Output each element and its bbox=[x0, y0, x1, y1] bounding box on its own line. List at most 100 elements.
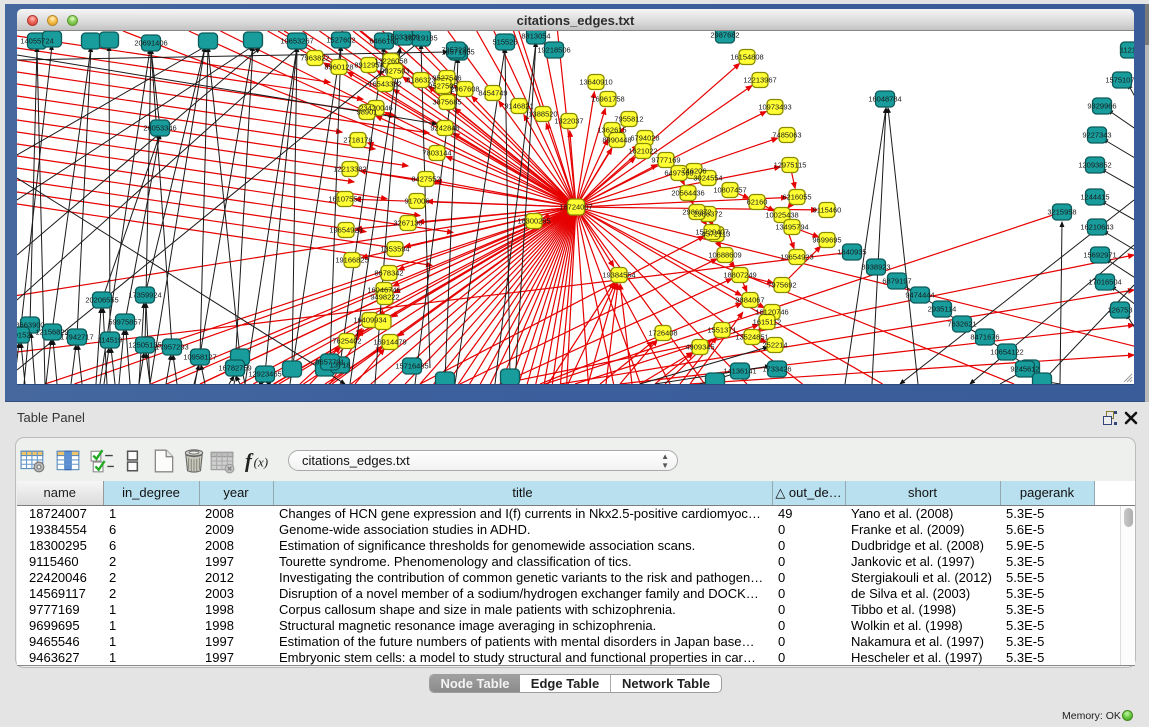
svg-text:2935114: 2935114 bbox=[928, 305, 957, 314]
svg-text:3267130: 3267130 bbox=[393, 219, 422, 228]
svg-text:1640935: 1640935 bbox=[837, 248, 866, 257]
svg-text:16120746: 16120746 bbox=[755, 308, 788, 317]
svg-text:2986372: 2986372 bbox=[682, 208, 711, 217]
svg-text:9498222: 9498222 bbox=[370, 293, 399, 302]
svg-text:8678342: 8678342 bbox=[374, 269, 403, 278]
svg-text:98901: 98901 bbox=[357, 108, 378, 117]
svg-text:10653267: 10653267 bbox=[280, 37, 313, 46]
svg-text:16210643: 16210643 bbox=[1080, 223, 1113, 232]
svg-text:9329966: 9329966 bbox=[1087, 102, 1116, 111]
svg-text:10973493: 10973493 bbox=[758, 103, 791, 112]
svg-text:18724007: 18724007 bbox=[559, 203, 592, 212]
svg-text:8938923: 8938923 bbox=[861, 263, 890, 272]
svg-text:20564436: 20564436 bbox=[671, 189, 704, 198]
svg-text:8471676: 8471676 bbox=[970, 333, 999, 342]
svg-text:39152: 39152 bbox=[17, 331, 30, 340]
svg-text:15720407: 15720407 bbox=[695, 228, 728, 237]
svg-text:16048784: 16048784 bbox=[868, 95, 901, 104]
svg-text:16033809: 16033809 bbox=[386, 33, 419, 42]
svg-text:10025438: 10025438 bbox=[765, 211, 798, 220]
svg-text:16154808: 16154808 bbox=[730, 53, 763, 62]
svg-text:1551371: 1551371 bbox=[707, 326, 736, 335]
svg-text:19654923: 19654923 bbox=[780, 253, 813, 262]
svg-text:2967608: 2967608 bbox=[450, 85, 479, 94]
svg-text:26053346: 26053346 bbox=[143, 124, 176, 133]
svg-text:7485063: 7485063 bbox=[772, 131, 801, 140]
svg-text:18807249: 18807249 bbox=[723, 271, 756, 280]
svg-text:515526: 515526 bbox=[492, 38, 517, 47]
svg-text:10654122: 10654122 bbox=[990, 348, 1023, 357]
svg-text:917006: 917006 bbox=[404, 197, 429, 206]
svg-text:6497568: 6497568 bbox=[664, 169, 693, 178]
svg-text:15751074: 15751074 bbox=[1105, 76, 1134, 85]
svg-text:7632621: 7632621 bbox=[947, 320, 976, 329]
svg-text:17359924: 17359924 bbox=[128, 291, 161, 300]
svg-text:14055724: 14055724 bbox=[20, 37, 53, 46]
svg-text:252214: 252214 bbox=[762, 341, 787, 350]
svg-text:10958127: 10958127 bbox=[183, 353, 216, 362]
svg-text:1615112: 1615112 bbox=[753, 318, 782, 327]
svg-text:7975692: 7975692 bbox=[767, 281, 796, 290]
svg-text:16543382: 16543382 bbox=[368, 80, 401, 89]
svg-text:9884067: 9884067 bbox=[735, 296, 764, 305]
svg-text:1621022: 1621022 bbox=[628, 147, 657, 156]
svg-text:13640910: 13640910 bbox=[579, 78, 612, 87]
svg-text:1362615: 1362615 bbox=[597, 126, 626, 135]
svg-text:8427552: 8427552 bbox=[411, 175, 440, 184]
svg-text:1244415: 1244415 bbox=[1080, 193, 1109, 202]
svg-text:15716485: 15716485 bbox=[395, 362, 428, 371]
svg-text:114519: 114519 bbox=[98, 336, 122, 345]
svg-text:3875685: 3875685 bbox=[432, 98, 461, 107]
svg-text:16782759: 16782759 bbox=[218, 364, 251, 373]
svg-text:17016504: 17016504 bbox=[1088, 278, 1121, 287]
svg-text:2987682: 2987682 bbox=[710, 31, 739, 40]
svg-text:59975857: 59975857 bbox=[108, 318, 141, 327]
svg-text:19384554: 19384554 bbox=[602, 271, 635, 280]
svg-text:12213382: 12213382 bbox=[333, 165, 366, 174]
svg-text:8990448: 8990448 bbox=[602, 136, 631, 145]
svg-text:1527602: 1527602 bbox=[326, 36, 355, 45]
svg-text:12923465: 12923465 bbox=[248, 370, 281, 379]
svg-text:7963822: 7963822 bbox=[300, 54, 329, 63]
svg-text:1353594: 1353594 bbox=[380, 245, 409, 254]
svg-text:11218: 11218 bbox=[1120, 46, 1134, 55]
svg-text:18300295: 18300295 bbox=[517, 217, 550, 226]
svg-text:7803144: 7803144 bbox=[422, 149, 451, 158]
svg-text:126753: 126753 bbox=[1107, 306, 1132, 315]
svg-text:16914479: 16914479 bbox=[373, 338, 406, 347]
svg-text:20691406: 20691406 bbox=[134, 39, 167, 48]
svg-text:1733426: 1733426 bbox=[762, 365, 791, 374]
svg-text:17957293: 17957293 bbox=[155, 343, 188, 352]
svg-text:1726408: 1726408 bbox=[648, 329, 677, 338]
svg-text:19166825: 19166825 bbox=[335, 256, 368, 265]
svg-text:7625402: 7625402 bbox=[332, 337, 361, 346]
svg-text:7357224: 7357224 bbox=[441, 46, 470, 55]
svg-text:8454749: 8454749 bbox=[478, 89, 507, 98]
svg-text:8813054: 8813054 bbox=[521, 32, 550, 41]
svg-text:1322037: 1322037 bbox=[554, 117, 583, 126]
svg-text:62160: 62160 bbox=[747, 198, 768, 207]
svg-text:9474444: 9474444 bbox=[905, 291, 934, 300]
svg-text:1388520: 1388520 bbox=[528, 110, 557, 119]
svg-text:9777169: 9777169 bbox=[651, 156, 680, 165]
svg-text:15692971: 15692971 bbox=[1083, 251, 1116, 260]
svg-text:12093852: 12093852 bbox=[1078, 161, 1111, 170]
svg-text:12213967: 12213967 bbox=[743, 76, 776, 85]
svg-text:9699695: 9699695 bbox=[812, 236, 841, 245]
svg-text:13495794: 13495794 bbox=[775, 223, 808, 232]
svg-text:12975115: 12975115 bbox=[774, 161, 807, 170]
svg-text:9115460: 9115460 bbox=[813, 206, 842, 215]
svg-text:4909345: 4909345 bbox=[685, 343, 714, 352]
svg-text:6879197: 6879197 bbox=[882, 277, 911, 286]
svg-text:19218506: 19218506 bbox=[537, 46, 570, 55]
svg-text:7955812: 7955812 bbox=[614, 115, 643, 124]
svg-text:19654923: 19654923 bbox=[329, 226, 362, 235]
svg-text:f: f bbox=[245, 451, 254, 473]
svg-text:9245612: 9245612 bbox=[1010, 365, 1039, 374]
svg-text:(x): (x) bbox=[254, 454, 268, 469]
svg-text:9827503: 9827503 bbox=[380, 67, 409, 76]
svg-text:10807457: 10807457 bbox=[713, 186, 746, 195]
svg-text:14136141: 14136141 bbox=[723, 367, 756, 376]
svg-text:13226058: 13226058 bbox=[374, 57, 407, 66]
svg-text:6216055: 6216055 bbox=[782, 193, 811, 202]
